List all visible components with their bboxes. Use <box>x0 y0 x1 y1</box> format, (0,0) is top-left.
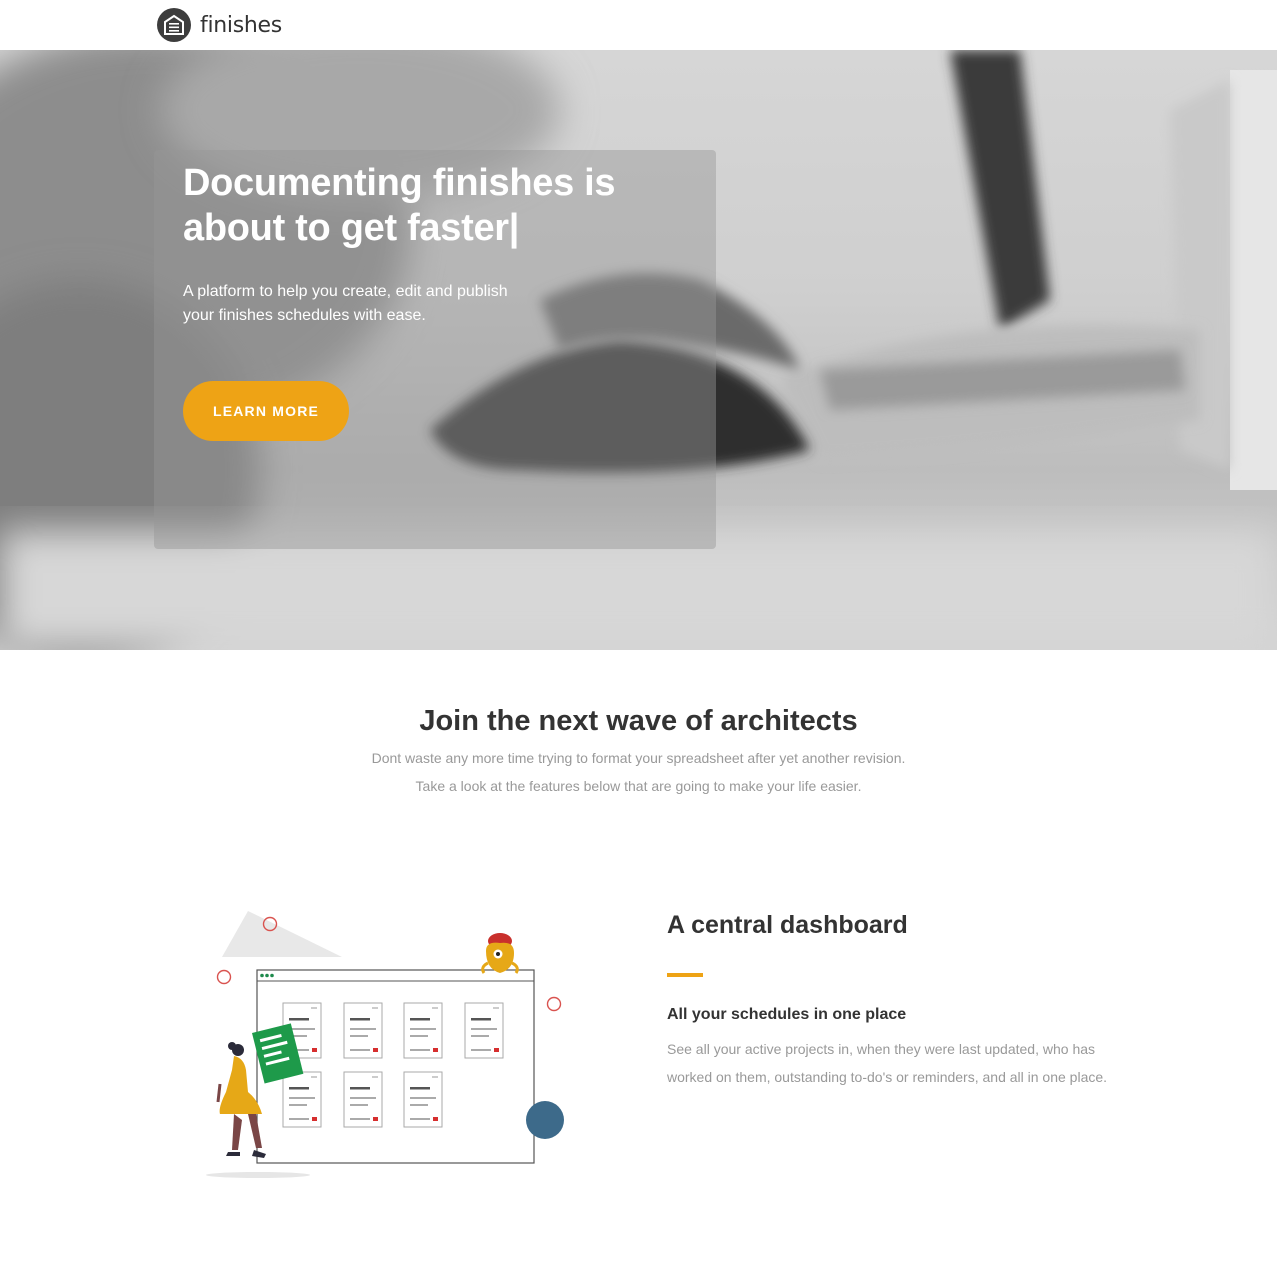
intro-title: Join the next wave of architects <box>419 705 858 737</box>
hero-section <box>0 50 1277 650</box>
dashboard-illustration <box>206 911 564 1178</box>
feature-subtitle: All your schedules in one place <box>667 1006 907 1023</box>
intro-line-1: Dont waste any more time trying to forma… <box>371 750 906 766</box>
feature-description: See all your active projects in, when th… <box>667 1041 1108 1085</box>
intro-section: Join the next wave of architects Dont wa… <box>0 700 1277 800</box>
hero-subtitle-line2: your finishes schedules with ease. <box>183 307 426 324</box>
building-doc-icon <box>157 8 191 42</box>
logo-text: finishes <box>200 12 282 38</box>
learn-more-button[interactable]: LEARN MORE <box>183 381 349 441</box>
intro-line-2: Take a look at the features below that a… <box>415 778 862 794</box>
logo-link[interactable]: finishes <box>157 7 282 43</box>
hero-title-line1: Documenting finishes is <box>183 162 616 204</box>
feature-divider <box>667 973 703 977</box>
hero-subtitle-line1: A platform to help you create, edit and … <box>183 283 508 300</box>
top-nav-bar: finishes <box>0 0 1277 50</box>
hero-subtitle: A platform to help you create, edit and … <box>183 280 543 328</box>
feature-title: A central dashboard <box>667 911 908 939</box>
hero-title: Documenting finishes is about to get fas… <box>183 161 663 251</box>
hero-title-line2: about to get faster| <box>183 207 520 249</box>
